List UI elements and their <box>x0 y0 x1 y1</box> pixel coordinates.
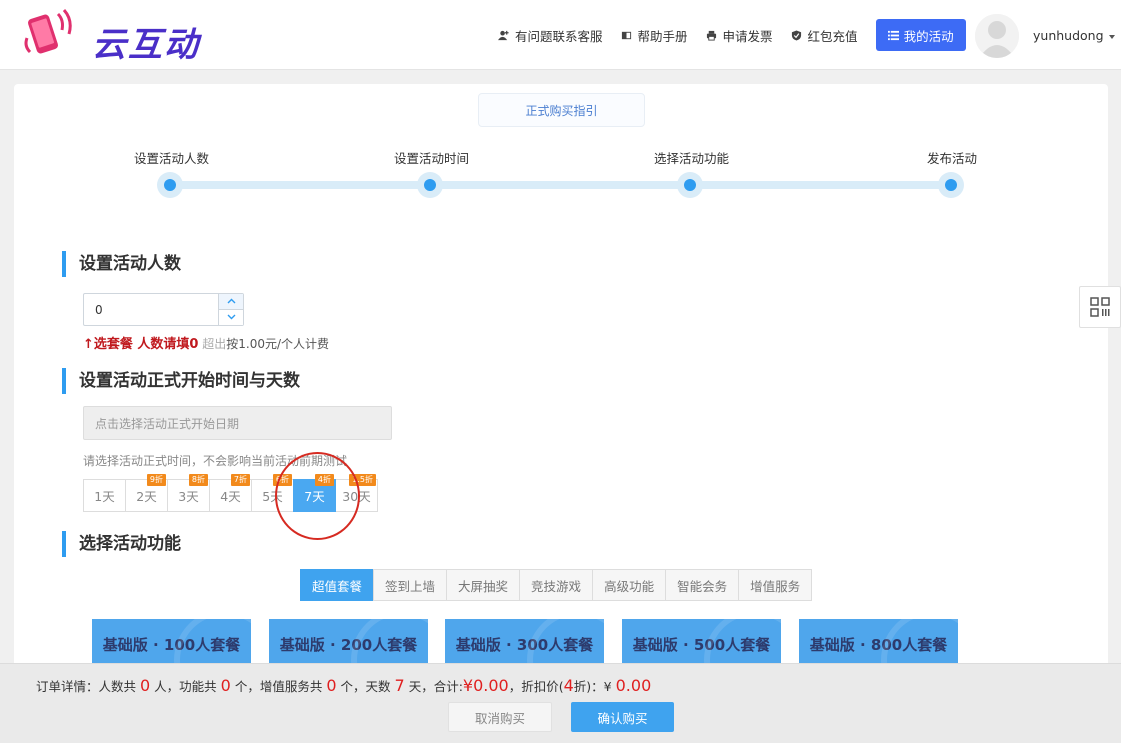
step-dot-features[interactable] <box>677 172 703 198</box>
day-option-3[interactable]: 3天 8折 <box>167 474 210 512</box>
feature-tabs: 超值套餐 签到上墙 大屏抽奖 竞技游戏 高级功能 智能会务 增值服务 <box>300 569 813 601</box>
avatar[interactable] <box>975 14 1019 58</box>
people-count-value: 0 <box>95 303 103 317</box>
user-menu[interactable]: yunhudong <box>1033 28 1115 43</box>
people-count-stepper[interactable] <box>218 294 243 325</box>
order-people: 0 <box>140 676 151 695</box>
people-hint-package: ↑选套餐 人数请填0 <box>83 337 199 352</box>
highlight-circle <box>275 452 360 540</box>
package-card-300[interactable]: 基础版 · 300人套餐 <box>445 619 604 669</box>
step-label-features: 选择活动功能 <box>654 151 730 166</box>
order-days-unit: 天，合计: <box>408 679 463 694</box>
tab-smart-meeting[interactable]: 智能会务 <box>665 569 740 601</box>
step-progress-bar <box>170 181 952 189</box>
section-title-features: 选择活动功能 <box>62 531 181 557</box>
confirm-purchase-button[interactable]: 确认购买 <box>571 702 674 732</box>
package-card-200[interactable]: 基础版 · 200人套餐 <box>269 619 428 669</box>
cancel-purchase-button[interactable]: 取消购买 <box>448 702 552 732</box>
list-icon <box>887 30 899 40</box>
day-option-2[interactable]: 2天 9折 <box>125 474 168 512</box>
day-label: 1天 <box>94 489 115 504</box>
invoice-link[interactable]: 申请发票 <box>706 26 773 45</box>
order-summary: 订单详情：人数共 0 人，功能共 0 个，增值服务共 0 个，天数 7 天，合计… <box>36 676 651 695</box>
step-label-people: 设置活动人数 <box>134 151 210 166</box>
section-title-people: 设置活动人数 <box>62 251 181 277</box>
package-card-800[interactable]: 基础版 · 800人套餐 <box>799 619 958 669</box>
phone-logo-icon <box>24 8 72 54</box>
invoice-label: 申请发票 <box>722 28 773 44</box>
discount-unit: 折)：¥ <box>573 679 612 694</box>
top-header: 云互动 有问题联系客服 帮助手册 申请发票 红包充值 我的活动 yunhudon… <box>0 0 1121 70</box>
tab-checkin-wall[interactable]: 签到上墙 <box>373 569 448 601</box>
increment-button[interactable] <box>218 294 243 310</box>
discount-total: 0.00 <box>615 676 652 695</box>
order-total: 0.00 <box>473 676 509 695</box>
discount-badge: 7折 <box>230 474 250 486</box>
order-services-unit: 个，天数 <box>340 679 391 694</box>
people-hint-price: 按1.00元/个人计费 <box>226 337 330 351</box>
package-card-500[interactable]: 基础版 · 500人套餐 <box>622 619 781 669</box>
discount-label: ，折扣价( <box>508 679 564 694</box>
logo-text: 云互动 <box>92 25 200 65</box>
order-label: 订单详情：人数共 <box>36 679 137 694</box>
start-date-input[interactable]: 点击选择活动正式开始日期 <box>83 406 392 440</box>
day-label: 4天 <box>220 489 241 504</box>
people-hint-exceed: 超出 <box>198 337 227 351</box>
caret-down-icon <box>1108 34 1115 39</box>
order-footer: 订单详情：人数共 0 人，功能共 0 个，增值服务共 0 个，天数 7 天，合计… <box>0 663 1121 743</box>
step-dot-time[interactable] <box>417 172 443 198</box>
day-label: 3天 <box>178 489 199 504</box>
user-silhouette-icon <box>975 14 1019 58</box>
total-currency: ¥ <box>462 676 474 695</box>
printer-icon <box>706 30 716 41</box>
tab-advanced[interactable]: 高级功能 <box>592 569 667 601</box>
username-label: yunhudong <box>1033 28 1104 43</box>
contact-support-link[interactable]: 有问题联系客服 <box>498 26 603 45</box>
order-days: 7 <box>394 676 405 695</box>
package-card-100[interactable]: 基础版 · 100人套餐 <box>92 619 251 669</box>
decrement-button[interactable] <box>218 309 243 325</box>
tab-lottery[interactable]: 大屏抽奖 <box>446 569 521 601</box>
order-features: 0 <box>220 676 231 695</box>
shield-check-icon <box>791 29 801 41</box>
order-people-unit: 人，功能共 <box>154 679 217 694</box>
step-label-publish: 发布活动 <box>927 151 978 166</box>
qr-code-icon <box>1090 297 1110 317</box>
recharge-label: 红包充值 <box>807 28 858 44</box>
chevron-down-icon <box>227 314 235 320</box>
day-label: 2天 <box>136 489 157 504</box>
logo[interactable]: 云互动 <box>20 8 200 65</box>
help-manual-link[interactable]: 帮助手册 <box>621 26 688 45</box>
recharge-link[interactable]: 红包充值 <box>791 26 858 45</box>
contact-support-label: 有问题联系客服 <box>515 28 603 44</box>
discount-badge: 8折 <box>188 474 208 486</box>
tab-value-package[interactable]: 超值套餐 <box>300 569 375 601</box>
order-features-unit: 个，增值服务共 <box>234 679 323 694</box>
book-icon <box>621 31 631 39</box>
header-nav: 有问题联系客服 帮助手册 申请发票 红包充值 我的活动 <box>498 0 966 70</box>
people-count-input[interactable]: 0 <box>83 293 244 326</box>
purchase-guide-button[interactable]: 正式购买指引 <box>478 93 645 127</box>
qr-code-button[interactable] <box>1079 286 1121 328</box>
order-services: 0 <box>326 676 337 695</box>
people-hint: ↑选套餐 人数请填0 超出按1.00元/个人计费 <box>83 333 329 352</box>
section-title-time: 设置活动正式开始时间与天数 <box>62 368 300 394</box>
my-activity-label: 我的活动 <box>903 28 954 44</box>
step-dot-publish[interactable] <box>938 172 964 198</box>
tab-games[interactable]: 竞技游戏 <box>519 569 594 601</box>
discount-rate: 4 <box>563 676 574 695</box>
day-option-1[interactable]: 1天 <box>83 479 126 512</box>
my-activity-button[interactable]: 我的活动 <box>875 19 966 51</box>
tab-value-added[interactable]: 增值服务 <box>738 569 813 601</box>
discount-badge: 9折 <box>146 474 166 486</box>
step-dot-people[interactable] <box>157 172 183 198</box>
help-manual-label: 帮助手册 <box>637 28 688 44</box>
day-option-4[interactable]: 4天 7折 <box>209 474 252 512</box>
chevron-up-icon <box>227 298 235 304</box>
step-label-time: 设置活动时间 <box>394 151 470 166</box>
user-plus-icon <box>498 30 509 40</box>
